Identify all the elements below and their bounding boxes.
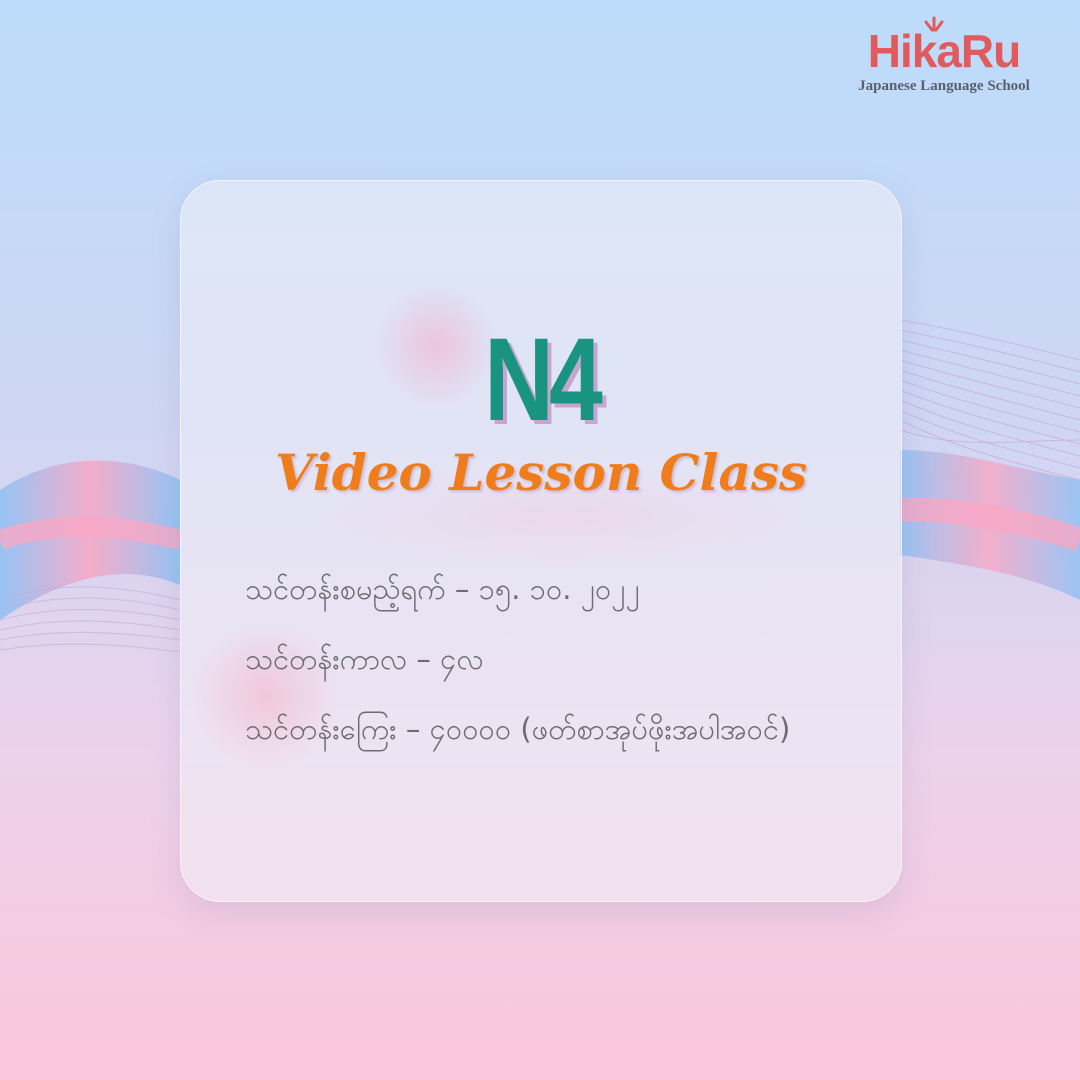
course-info-card: N4 Video Lesson Class သင်တန်းစမည့်ရက် – … — [180, 180, 902, 902]
school-logo: HikaRu Japanese Language School — [844, 16, 1044, 95]
course-details-list: သင်တန်းစမည့်ရက် – ၁၅. ၁၀. ၂၀၂၂ သင်တန်းကာ… — [245, 569, 790, 779]
sun-burst-icon — [924, 16, 944, 32]
start-date-row: သင်တန်းစမည့်ရက် – ၁၅. ၁၀. ၂၀၂၂ — [245, 572, 640, 606]
course-title: Video Lesson Class — [274, 443, 808, 502]
duration-row: သင်တန်းကာလ – ၄လ — [245, 642, 484, 676]
logo-tagline: Japanese Language School — [858, 78, 1030, 94]
course-level-heading: N4 — [484, 314, 603, 446]
logo-wordmark: HikaRu — [868, 16, 1021, 74]
fee-row: သင်တန်းကြေး – ၄၀၀၀၀ (ဖတ်စာအုပ်ဖိုးအပါအဝင… — [245, 712, 791, 746]
